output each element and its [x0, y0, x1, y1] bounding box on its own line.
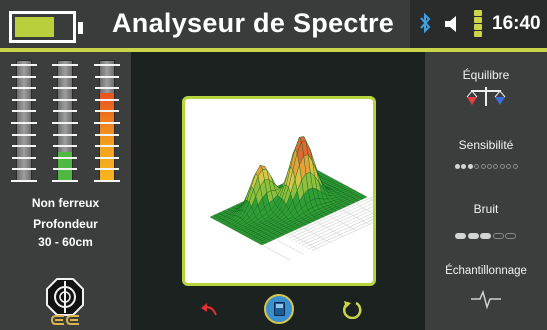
- coil-icon[interactable]: [46, 278, 84, 316]
- gauge-nonferrous: [52, 60, 78, 182]
- noise-segment: [455, 233, 466, 239]
- sensitivity-dot: [461, 164, 467, 169]
- sensitivity-dot: [455, 164, 460, 169]
- spectrum-area: [131, 52, 425, 330]
- right-panel: Équilibre Sensibilité Bruit Échantillonn…: [425, 52, 547, 330]
- sensitivity-dot: [474, 164, 480, 169]
- clock: 16:40: [492, 13, 541, 34]
- waveform-icon[interactable]: [470, 288, 502, 310]
- sensitivity-dot: [487, 164, 492, 169]
- noise-segment: [492, 233, 504, 239]
- noise-indicator[interactable]: [455, 233, 517, 241]
- brand-logo: [50, 314, 81, 329]
- save-button[interactable]: [264, 294, 294, 324]
- sensitivity-dot: [506, 164, 512, 169]
- noise-label: Bruit: [473, 202, 499, 216]
- sensitivity-indicator[interactable]: [455, 164, 519, 170]
- sampling-label: Échantillonnage: [445, 265, 527, 277]
- gauge-iron: [11, 60, 37, 182]
- balance-icon[interactable]: [466, 86, 506, 108]
- noise-segment: [467, 233, 479, 239]
- sensitivity-dot: [493, 164, 499, 169]
- sensitivity-dot: [467, 164, 473, 169]
- noise-segment: [505, 233, 516, 239]
- balance-label: Équilibre: [462, 68, 510, 82]
- noise-segment: [480, 233, 491, 239]
- spectrum-plot[interactable]: [182, 96, 376, 286]
- redo-arrow-icon[interactable]: [342, 299, 362, 319]
- top-bar: Analyseur de Spectre 16:40: [0, 0, 547, 52]
- depth-label: Profondeur: [33, 217, 98, 231]
- depth-value: 30 - 60cm: [38, 235, 93, 249]
- signal-icon: [474, 10, 482, 37]
- bluetooth-icon: [420, 12, 431, 34]
- speaker-icon[interactable]: [444, 16, 462, 32]
- save-icon: [274, 302, 285, 316]
- gauge-depth: [94, 60, 120, 182]
- sensitivity-dot: [512, 164, 518, 169]
- left-panel: Non ferreux Profondeur 30 - 60cm: [0, 52, 131, 330]
- sensitivity-dot: [499, 164, 505, 169]
- target-type-label: Non ferreux: [31, 196, 100, 210]
- sensitivity-dot: [480, 164, 486, 169]
- sensitivity-label: Sensibilité: [458, 138, 514, 152]
- page-title: Analyseur de Spectre: [112, 8, 395, 38]
- spectrum-surface: [209, 136, 373, 261]
- status-area: 16:40: [410, 0, 547, 48]
- battery-icon: [9, 11, 83, 43]
- undo-arrow-icon[interactable]: [200, 300, 218, 318]
